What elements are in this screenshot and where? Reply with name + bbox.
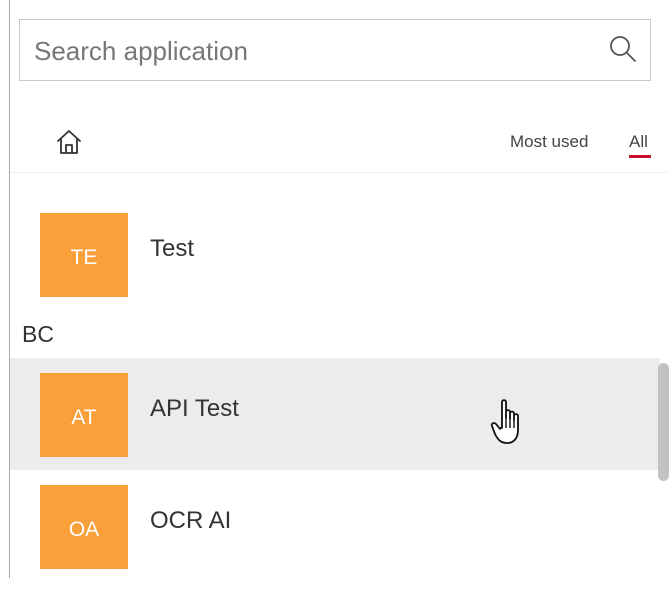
hand-cursor-icon: [490, 399, 519, 444]
app-tile: TE: [40, 213, 128, 297]
app-item-ocr-ai[interactable]: OA OCR AI: [10, 485, 660, 597]
scrollbar-thumb[interactable]: [658, 363, 669, 481]
app-name: API Test: [150, 395, 239, 422]
app-name: OCR AI: [150, 507, 232, 534]
tab-all[interactable]: All: [629, 132, 648, 152]
app-name: Test: [150, 235, 195, 262]
home-icon[interactable]: [55, 128, 83, 156]
app-launcher-panel: Most used All TE Test BC AT API Test OA …: [0, 0, 669, 578]
active-tab-indicator: [629, 155, 651, 158]
search-input[interactable]: [32, 30, 596, 72]
app-tile: OA: [40, 485, 128, 569]
group-label-bc: BC: [22, 321, 54, 347]
search-box[interactable]: [19, 19, 651, 81]
app-tile: AT: [40, 373, 128, 457]
header-divider: [10, 172, 669, 173]
search-icon[interactable]: [608, 34, 638, 64]
app-item-api-test[interactable]: AT API Test: [10, 358, 660, 470]
app-item-test[interactable]: TE Test: [10, 213, 660, 325]
tab-most-used[interactable]: Most used: [510, 132, 588, 152]
